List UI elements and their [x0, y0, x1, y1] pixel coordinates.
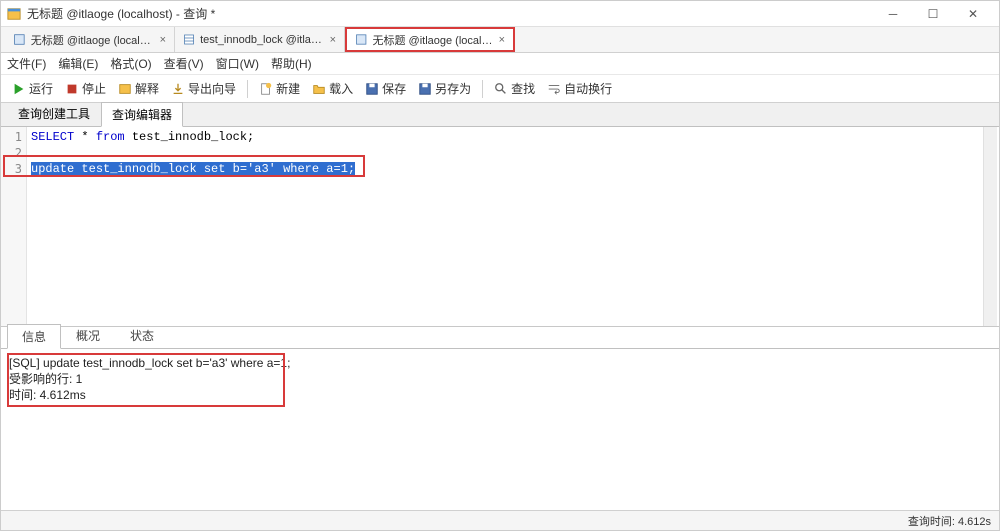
saveas-icon: [418, 82, 432, 96]
load-button[interactable]: 载入: [307, 78, 358, 99]
menubar: 文件(F) 编辑(E) 格式(O) 查看(V) 窗口(W) 帮助(H): [1, 53, 999, 75]
subtab-builder[interactable]: 查询创建工具: [7, 101, 101, 126]
document-tabs: 无标题 @itlaoge (localh… × test_innodb_lock…: [1, 27, 999, 53]
titlebar: 无标题 @itlaoge (localhost) - 查询 * ─ ☐ ✕: [1, 1, 999, 27]
stop-button[interactable]: 停止: [60, 78, 111, 99]
stop-icon: [65, 82, 79, 96]
saveas-button[interactable]: 另存为: [413, 78, 476, 99]
app-icon: [7, 7, 21, 21]
explain-icon: [118, 82, 132, 96]
menu-format[interactable]: 格式(O): [110, 55, 151, 72]
close-button[interactable]: ✕: [953, 2, 993, 26]
doc-tab-0[interactable]: 无标题 @itlaoge (localh… ×: [5, 27, 175, 52]
save-icon: [365, 82, 379, 96]
run-button[interactable]: 运行: [7, 78, 58, 99]
export-button[interactable]: 导出向导: [166, 78, 241, 99]
wrap-icon: [547, 82, 561, 96]
query-subtabs: 查询创建工具 查询编辑器: [1, 103, 999, 127]
autowrap-button[interactable]: 自动换行: [542, 78, 617, 99]
new-icon: [259, 82, 273, 96]
folder-icon: [312, 82, 326, 96]
maximize-button[interactable]: ☐: [913, 2, 953, 26]
new-button[interactable]: 新建: [254, 78, 305, 99]
status-querytime: 查询时间: 4.612s: [908, 513, 991, 529]
menu-help[interactable]: 帮助(H): [271, 55, 312, 72]
close-icon[interactable]: ×: [160, 34, 166, 46]
menu-edit[interactable]: 编辑(E): [58, 55, 98, 72]
result-affected: 受影响的行: 1: [9, 371, 991, 387]
tab-label: 无标题 @itlaoge (localh…: [372, 32, 493, 48]
menu-view[interactable]: 查看(V): [164, 55, 204, 72]
result-tabs: 信息 概况 状态: [1, 327, 999, 349]
close-icon[interactable]: ×: [499, 34, 505, 46]
play-icon: [12, 82, 26, 96]
menu-window[interactable]: 窗口(W): [216, 55, 259, 72]
close-icon[interactable]: ×: [330, 34, 336, 46]
tab-label: test_innodb_lock @itlaog…: [200, 34, 325, 46]
export-icon: [171, 82, 185, 96]
separator: [482, 80, 483, 98]
rtab-info[interactable]: 信息: [7, 324, 61, 349]
code-area[interactable]: SELECT * from test_innodb_lock; update t…: [27, 127, 999, 326]
minimize-button[interactable]: ─: [873, 2, 913, 26]
query-icon: [13, 33, 26, 46]
result-sql: [SQL] update test_innodb_lock set b='a3'…: [9, 355, 991, 371]
tab-label: 无标题 @itlaoge (localh…: [31, 32, 155, 48]
doc-tab-2[interactable]: 无标题 @itlaoge (localh… ×: [345, 27, 515, 52]
separator: [247, 80, 248, 98]
line-gutter: 1 2 3: [1, 127, 27, 326]
find-button[interactable]: 查找: [489, 78, 540, 99]
toolbar: 运行 停止 解释 导出向导 新建 载入 保存 另存为 查找 自动换行: [1, 75, 999, 103]
table-icon: [183, 33, 195, 46]
result-time: 时间: 4.612ms: [9, 387, 991, 403]
doc-tab-1[interactable]: test_innodb_lock @itlaog… ×: [175, 27, 345, 52]
statusbar: 查询时间: 4.612s: [1, 510, 999, 530]
search-icon: [494, 82, 508, 96]
menu-file[interactable]: 文件(F): [7, 55, 46, 72]
selected-sql: update test_innodb_lock set b='a3' where…: [31, 162, 355, 176]
window-title: 无标题 @itlaoge (localhost) - 查询 *: [27, 5, 215, 22]
subtab-editor[interactable]: 查询编辑器: [101, 102, 183, 127]
explain-button[interactable]: 解释: [113, 78, 164, 99]
sql-editor[interactable]: 1 2 3 SELECT * from test_innodb_lock; up…: [1, 127, 999, 327]
query-icon: [355, 33, 367, 46]
save-button[interactable]: 保存: [360, 78, 411, 99]
editor-scrollbar[interactable]: [983, 127, 997, 326]
results-panel[interactable]: [SQL] update test_innodb_lock set b='a3'…: [1, 349, 999, 509]
